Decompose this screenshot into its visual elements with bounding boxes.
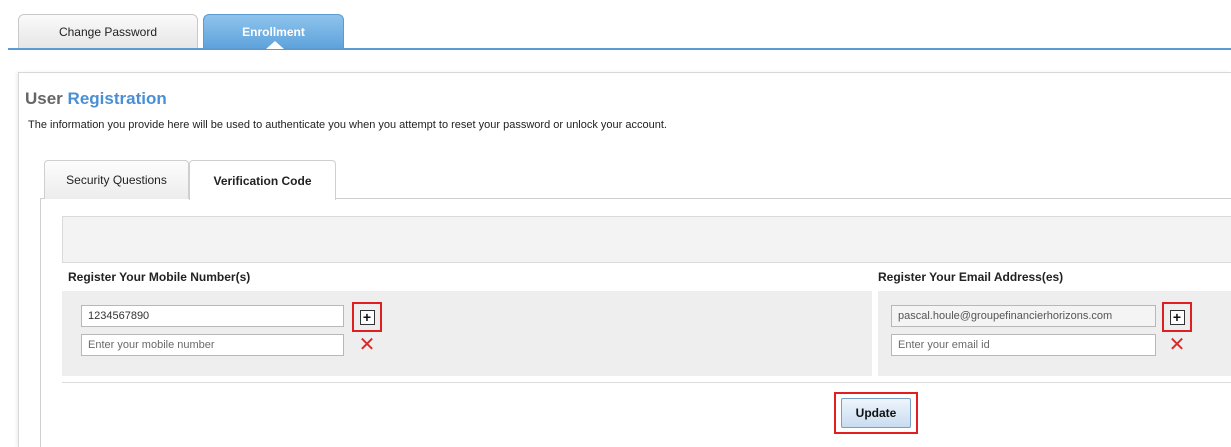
divider [62,382,1231,383]
mobile-section-label: Register Your Mobile Number(s) [68,270,251,284]
new-email-field[interactable] [891,334,1156,356]
mobile-number-field[interactable] [81,305,344,327]
tab-enrollment[interactable]: Enrollment [203,14,344,49]
add-email-button[interactable]: + [1162,302,1192,332]
tab-label: Security Questions [66,173,167,187]
plus-icon: + [1169,309,1185,325]
remove-email-icon[interactable]: ✕ [1168,335,1186,355]
email-section-label: Register Your Email Address(es) [878,270,1064,284]
tab-label: Enrollment [242,24,305,39]
page-title: User Registration [25,89,167,109]
email-address-field[interactable] [891,305,1156,327]
update-highlight: Update [834,392,918,434]
tab-label: Change Password [58,24,158,39]
add-mobile-button[interactable]: + [352,302,382,332]
tab-verification-code[interactable]: Verification Code [189,160,336,200]
title-highlight: Registration [67,89,167,108]
tab-security-questions[interactable]: Security Questions [44,160,189,199]
page-description: The information you provide here will be… [28,119,667,131]
plus-icon: + [359,309,375,325]
tab-label: Verification Code [213,173,312,188]
top-tab-bar: Change Password Enrollment [8,0,1231,50]
remove-mobile-icon[interactable]: ✕ [358,335,376,355]
tab-change-password[interactable]: Change Password [18,14,198,48]
update-button[interactable]: Update [841,398,911,428]
message-box [62,216,1231,263]
title-prefix: User [25,89,63,108]
new-mobile-number-field[interactable] [81,334,344,356]
